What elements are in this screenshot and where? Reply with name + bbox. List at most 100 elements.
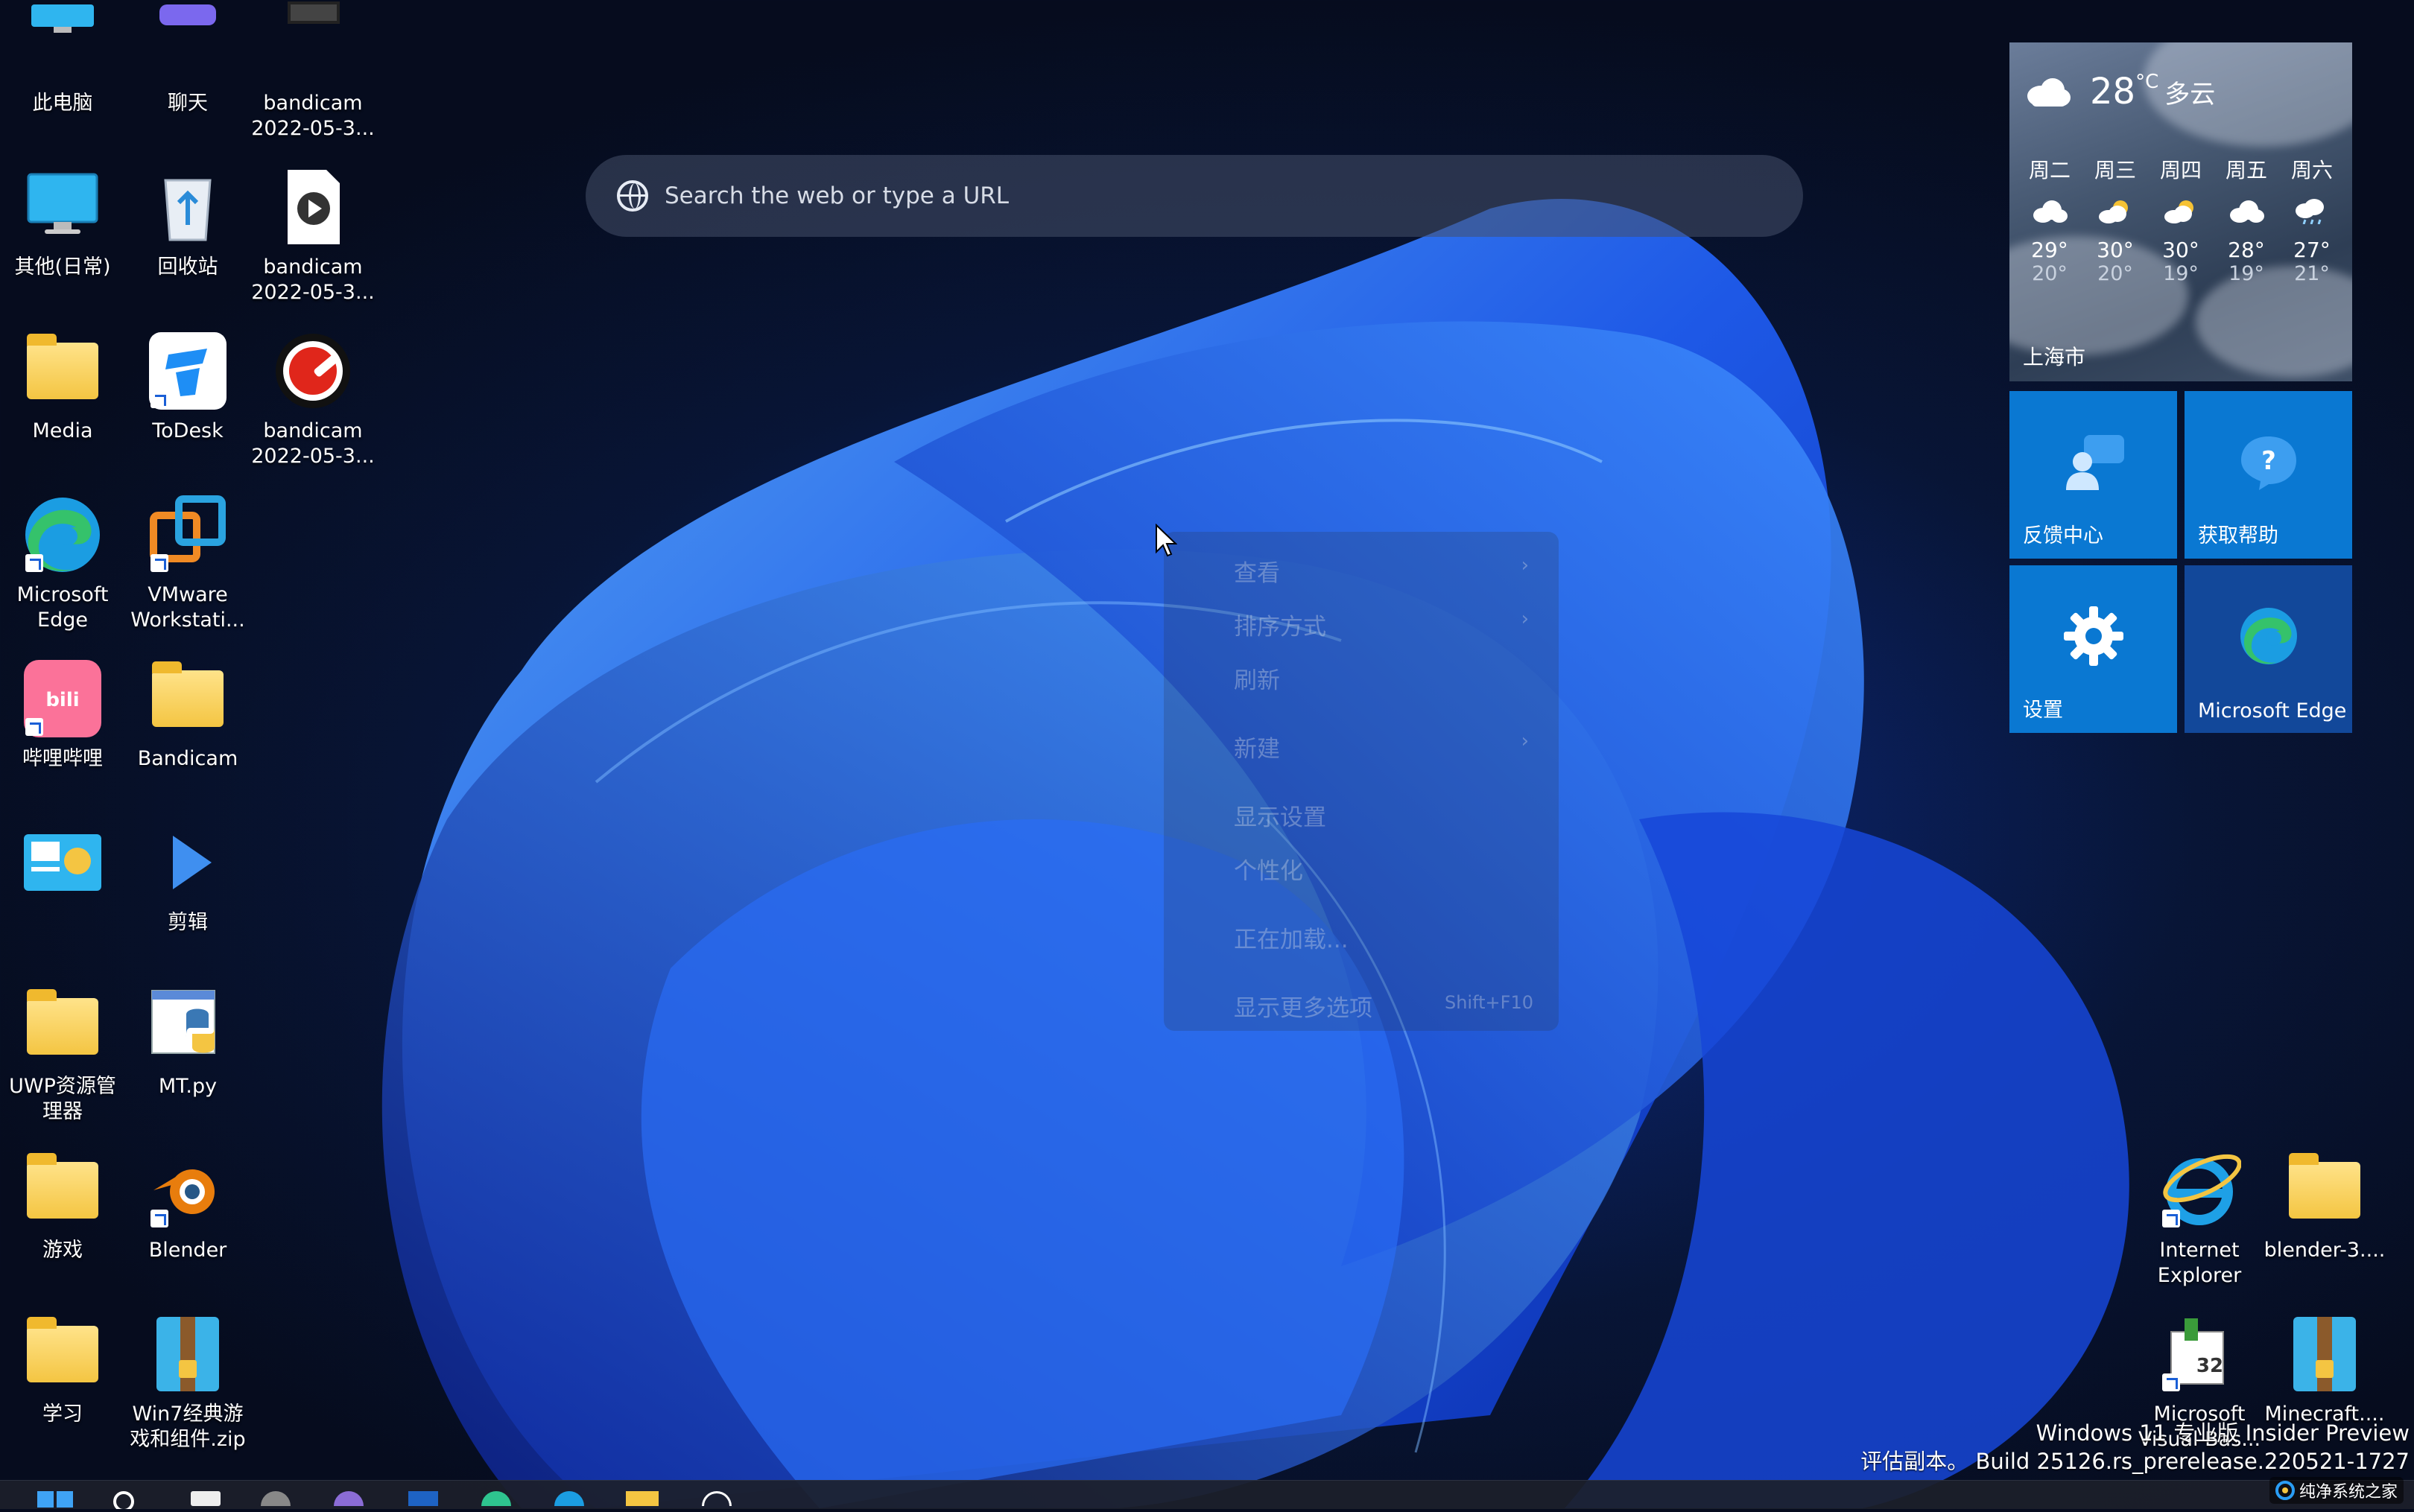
feedback-icon [2065,434,2124,490]
weather-condition: 多云 [2164,79,2216,109]
desktop-icon[interactable]: bili 哔哩哔哩 [0,648,125,772]
get-help-tile[interactable]: ? 获取帮助 [2185,391,2352,559]
chevron-right-icon: › [1521,554,1529,576]
taskbar-app-2[interactable] [334,1491,364,1506]
forecast-high: 29° [2031,238,2068,262]
taskbar-app-5[interactable] [702,1491,732,1506]
site-logo: 纯净系统之家 [2269,1477,2404,1504]
desktop-icon-label: Win7经典游 戏和组件.zip [130,1403,246,1451]
desktop-icon-label: 学习 [42,1403,83,1426]
globe-icon [617,180,648,212]
recycle-icon [146,165,229,249]
cloud-icon [2027,78,2071,107]
forecast-low: 20° [2032,262,2068,285]
settings-tile[interactable]: 设置 [2009,565,2177,733]
forecast-low: 20° [2097,262,2133,285]
desktop-icon[interactable]: Microsoft Edge [0,484,125,633]
context-menu-item[interactable]: 排序方式 [1234,608,1326,641]
task-view-button[interactable] [191,1491,221,1506]
desktop-icon[interactable]: 剪辑 [125,812,250,936]
desktop-icon[interactable]: 学习 [0,1303,125,1427]
zip-icon [146,1312,229,1396]
forecast-low: 19° [2163,262,2199,285]
taskbar-edge-button[interactable] [481,1491,511,1506]
file-explorer-button[interactable] [626,1491,659,1506]
desktop-icon[interactable]: 回收站 [125,156,250,280]
desktop-icon[interactable]: 此电脑 [0,0,125,116]
desktop-icon[interactable]: UWP资源管 理器 [0,976,125,1125]
desktop-icon[interactable]: 游戏 [0,1140,125,1263]
rain-icon [2293,199,2331,225]
desktop-icon[interactable]: bandicam 2022-05-3... [250,0,376,142]
weather-widget[interactable]: 28°C 多云 周二 29° 20° 周三 30° 20° 周四 30° 19° 周五 28° 19°… [2009,42,2352,381]
desktop-icon-label: Microsoft Edge [16,583,109,632]
taskbar-app-3[interactable] [408,1491,438,1506]
context-menu-item[interactable]: 刷新 [1234,661,1280,695]
desktop-icon[interactable]: 聊天 [125,0,250,116]
forecast-day: 周二 29° 20° [2018,154,2082,285]
edge-tile[interactable]: Microsoft Edge [2185,565,2352,733]
ie-icon [2158,1149,2242,1232]
folder-icon [146,657,229,740]
forecast-day: 周五 28° 19° [2214,154,2278,285]
context-menu-item[interactable]: 查看 [1234,554,1280,588]
desktop-icon[interactable]: blender-3.... [2262,1140,2387,1263]
context-menu-item[interactable]: 显示设置 [1234,798,1326,832]
taskbar [0,1480,2414,1512]
shortcut-arrow-icon [25,718,43,736]
desktop-icon[interactable]: Win7经典游 戏和组件.zip [125,1303,250,1452]
context-menu-item[interactable]: 显示更多选项 [1234,989,1372,1023]
windows-watermark: Windows 11 专业版 Insider Preview 评估副本。 Bui… [1860,1419,2410,1476]
desktop-icon[interactable]: Media [0,320,125,444]
desktop-icon-label: MT.py [158,1075,218,1098]
desktop-icon-label: VMware Workstati... [130,583,245,632]
bandicam-icon [271,329,355,413]
forecast-high: 30° [2097,238,2134,262]
shortcut-arrow-icon [151,390,168,408]
feedback-hub-tile[interactable]: 反馈中心 [2009,391,2177,559]
web-search-bar[interactable] [586,155,1803,237]
desktop-icon[interactable]: 其他(日常) [0,156,125,280]
desktop-icon[interactable]: Blender [125,1140,250,1263]
desktop-icon-label: ToDesk [152,419,224,442]
windows-logo-icon [37,1491,73,1508]
taskbar-app-4[interactable] [554,1491,584,1506]
search-input[interactable] [663,182,1803,210]
chevron-right-icon: › [1521,730,1529,752]
desktop-icon[interactable] [0,812,125,910]
desktop-icon[interactable]: bandicam 2022-05-3... [250,320,376,469]
desktop-icon[interactable]: MT.py [125,976,250,1099]
forecast-day-name: 周四 [2159,158,2202,182]
desktop-icon-label: blender-3.... [2263,1239,2386,1262]
site-logo-text: 纯净系统之家 [2299,1483,2398,1502]
desktop-context-menu: 查看 › 排序方式 › 刷新 新建 › 显示设置 个性化 正在加载... 显示更多选项 Shift+F… [1164,532,1559,1031]
cloud-icon [2228,199,2265,224]
taskbar-search-button[interactable] [110,1488,137,1512]
taskbar-app-1[interactable] [261,1491,291,1506]
desktop-icon-label: 回收站 [157,255,218,279]
forecast-high: 30° [2162,238,2199,262]
blender-icon [146,1149,229,1232]
context-menu-item[interactable]: 个性化 [1234,852,1303,886]
current-temperature: 28°C [2090,71,2159,112]
settings-label: 设置 [2023,699,2063,722]
dashboard-icon [21,821,104,904]
start-button[interactable] [34,1488,76,1509]
context-menu-item[interactable]: 正在加载... [1234,921,1349,954]
forecast-day-name: 周三 [2094,158,2136,182]
temperature-unit: °C [2135,71,2159,93]
desktop-icon[interactable]: Internet Explorer [2137,1140,2262,1289]
help-icon: ? [2240,436,2296,490]
desktop-icon-label: bandicam 2022-05-3... [251,419,375,468]
desktop-icon[interactable]: bandicam 2022-05-3... [250,156,376,305]
desktop-icon[interactable]: Bandicam [125,648,250,772]
desktop-icon[interactable]: ToDesk [125,320,250,444]
pc-icon [21,1,104,85]
desktop-icon[interactable]: Minecraft.... [2262,1303,2387,1427]
mouse-cursor-icon [1156,524,1177,557]
context-menu-item[interactable]: 新建 [1234,730,1280,763]
desktop-icon-label: 剪辑 [168,911,208,934]
desktop-icon-label: bandicam 2022-05-3... [251,255,375,304]
cloud-icon [2031,199,2068,224]
desktop-icon[interactable]: VMware Workstati... [125,484,250,633]
